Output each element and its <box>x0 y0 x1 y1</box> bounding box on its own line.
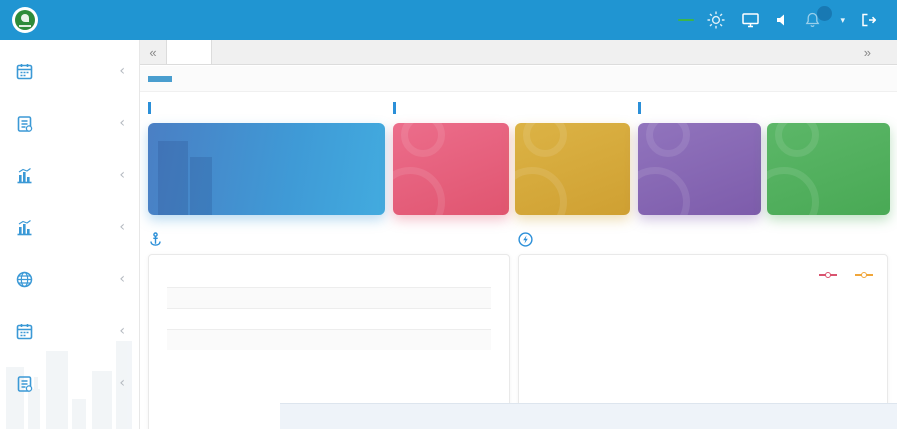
chevron-left-icon: ‹ <box>119 219 125 235</box>
stat-enterprise-count <box>153 156 207 182</box>
stat-pollution-points <box>211 156 265 182</box>
anchor-icon <box>148 232 163 247</box>
chart-legend <box>819 271 877 278</box>
legend-item-aqi[interactable] <box>855 271 877 278</box>
limit-today-card <box>638 123 761 215</box>
col-header-limit <box>413 265 491 288</box>
factory-watermark <box>638 167 690 215</box>
stat-treatment-points <box>269 156 323 182</box>
industry-link[interactable] <box>351 309 413 330</box>
fan-watermark <box>393 167 445 215</box>
weather-widget <box>678 10 726 30</box>
sidebar-item-data-monitoring[interactable]: ‹ <box>0 45 139 97</box>
clipboard-icon <box>16 115 33 132</box>
scroll-tabs-right-icon[interactable]: » <box>864 45 871 60</box>
app-logo-icon <box>12 7 38 33</box>
pollution-facility-section <box>393 100 630 215</box>
chevron-left-icon: ‹ <box>119 375 125 391</box>
line-marker-icon <box>855 271 873 278</box>
sidebar-item-energy-analysis[interactable]: ‹ <box>0 201 139 253</box>
news-tab[interactable] <box>148 76 172 82</box>
factory-watermark <box>767 167 819 215</box>
sidebar-item-base-data[interactable]: ‹ <box>0 253 139 305</box>
stat-monitor-points <box>327 156 381 182</box>
chevron-left-icon: ‹ <box>119 115 125 131</box>
sidebar-item-log-view[interactable]: ‹ <box>0 357 139 409</box>
dashboard-content <box>140 92 897 429</box>
scroll-tabs-left-icon[interactable]: « <box>140 40 166 64</box>
bar-chart-icon <box>16 167 33 184</box>
limit-table <box>167 265 491 350</box>
app-window: ▾ ‹ ‹ ‹ ‹ <box>0 0 897 429</box>
overview-card <box>148 123 385 215</box>
logout-icon <box>861 13 876 27</box>
tab-bar: « » <box>140 40 897 65</box>
main-area: « » <box>140 40 897 429</box>
chevron-left-icon: ‹ <box>119 271 125 287</box>
bar-chart-icon <box>16 219 33 236</box>
table-row <box>167 288 491 309</box>
power-bolt-icon <box>518 232 533 247</box>
table-row <box>167 309 491 330</box>
calendar-icon <box>16 63 33 80</box>
section-marker <box>148 102 151 114</box>
sidebar-item-statistics[interactable]: ‹ <box>0 149 139 201</box>
sidebar-item-peak-production[interactable]: ‹ <box>0 305 139 357</box>
calendar-icon <box>16 323 33 340</box>
logout-button[interactable] <box>861 13 881 27</box>
notification-count-badge <box>817 6 832 21</box>
header: ▾ <box>0 0 897 40</box>
sun-icon <box>706 10 726 30</box>
section-marker <box>393 102 396 114</box>
pollution-yesterday-card <box>515 123 631 215</box>
aqi-badge <box>678 19 694 21</box>
col-header-industry <box>351 265 413 288</box>
overview-section <box>148 100 385 215</box>
footer <box>280 403 897 429</box>
chevron-down-icon: ▾ <box>840 15 845 26</box>
speaker-icon[interactable] <box>775 13 789 27</box>
limit-list-section <box>148 231 510 429</box>
clipboard-icon <box>16 375 33 392</box>
pollution-today-card <box>393 123 509 215</box>
col-header-company <box>167 265 351 288</box>
aqi-chart-section <box>518 231 888 429</box>
sidebar-item-enterprise-abnormal[interactable]: ‹ <box>0 97 139 149</box>
production-limit-section <box>638 100 890 215</box>
line-marker-icon <box>819 271 837 278</box>
notifications-button[interactable] <box>805 12 820 28</box>
chevron-left-icon: ‹ <box>119 323 125 339</box>
limit-yesterday-card <box>767 123 890 215</box>
chevron-left-icon: ‹ <box>119 167 125 183</box>
tab-home[interactable] <box>166 40 212 64</box>
news-bar <box>140 66 897 92</box>
legend-item-power[interactable] <box>819 271 841 278</box>
sidebar: ‹ ‹ ‹ ‹ ‹ ‹ ‹ <box>0 40 140 429</box>
monitor-icon[interactable] <box>742 12 759 28</box>
section-marker <box>638 102 641 114</box>
chevron-left-icon: ‹ <box>119 63 125 79</box>
table-row <box>167 330 491 351</box>
globe-icon <box>16 271 33 288</box>
fan-watermark <box>515 167 567 215</box>
user-menu[interactable]: ▾ <box>836 15 845 26</box>
